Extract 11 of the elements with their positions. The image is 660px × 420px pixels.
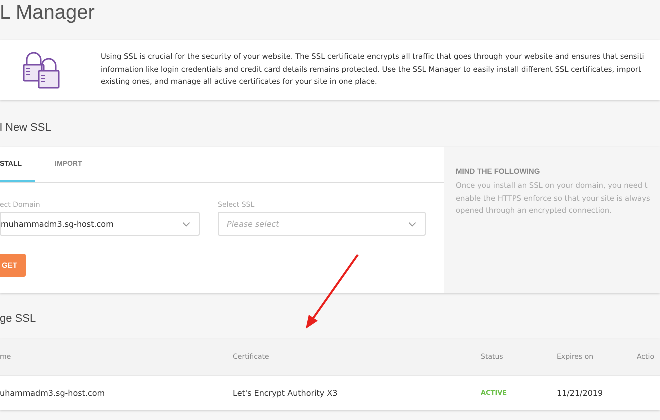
section-title: l New SSL (0, 121, 52, 136)
select-field[interactable]: muhammadm3.sg-host.com (0, 212, 200, 236)
table-cell-text: 11/21/2019 (556, 388, 604, 400)
padlocks-icon (22, 51, 62, 89)
table-cell-text: Let's Encrypt Authority X3 (232, 388, 339, 400)
page-title: L Manager (0, 1, 96, 26)
chevron-down-icon (182, 222, 191, 226)
table-cell-text: uhammadm3.sg-host.com (0, 388, 106, 400)
select-field[interactable]: Please select (218, 212, 426, 236)
section-title: ge SSL (0, 312, 38, 327)
chevron-down-icon (408, 222, 417, 226)
